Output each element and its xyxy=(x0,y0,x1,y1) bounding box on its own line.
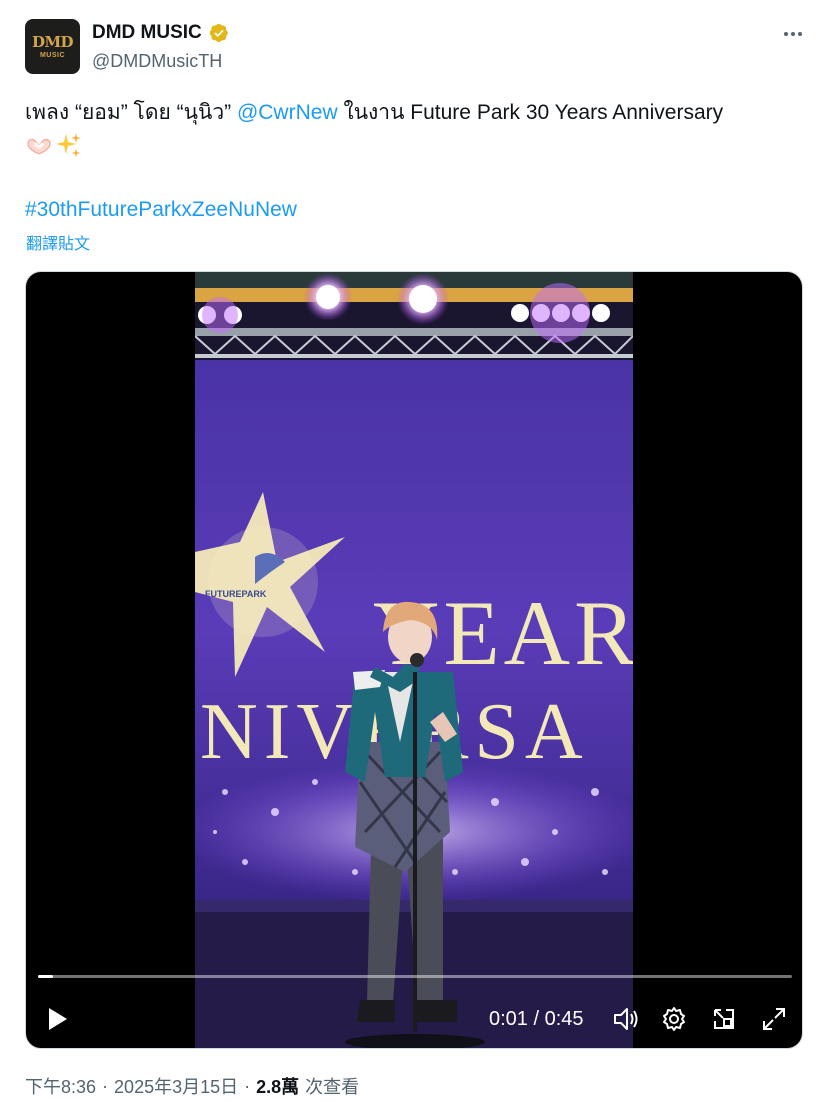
video-time-display: 0:01 / 0:45 xyxy=(489,1008,584,1030)
more-dot xyxy=(784,32,788,36)
avatar-logo-text: DMD xyxy=(31,32,74,51)
hand-heart-icon xyxy=(27,138,51,155)
more-dot xyxy=(791,32,795,36)
meta-separator: · xyxy=(102,1075,109,1096)
tweet-text-before: เพลง “ยอม” โดย “นุนิว” xyxy=(25,101,237,124)
play-icon[interactable] xyxy=(40,1002,74,1036)
more-dot xyxy=(798,32,802,36)
video-thumbnail: YEAR NIVERSA FUTUREPARK xyxy=(195,272,633,1048)
mention-link[interactable]: @CwrNew xyxy=(237,101,338,124)
video-progress-fill xyxy=(38,975,54,978)
fullscreen-icon[interactable] xyxy=(757,1002,791,1036)
pip-icon[interactable] xyxy=(707,1002,741,1036)
video-frame[interactable]: YEAR NIVERSA FUTUREPARK xyxy=(195,272,633,1048)
settings-icon[interactable] xyxy=(657,1002,691,1036)
translate-post-link[interactable]: 翻譯貼文 xyxy=(26,230,90,254)
author-handle[interactable]: @DMDMusicTH xyxy=(92,51,222,72)
views-label: 次查看 xyxy=(305,1077,360,1097)
views-count: 2.8萬 xyxy=(256,1077,300,1097)
sparkles-icon xyxy=(56,133,81,157)
tweet-text-after: ในงาน Future Park 30 Years Anniversary xyxy=(337,101,724,124)
volume-icon[interactable] xyxy=(609,1002,643,1036)
video-player[interactable]: YEAR NIVERSA FUTUREPARK xyxy=(25,271,803,1049)
tweet-text: เพลง “ยอม” โดย “นุนิว” @CwrNew ในงาน Fut… xyxy=(25,96,810,129)
avatar-logo-subtext: MUSIC xyxy=(39,51,66,59)
emoji-line xyxy=(25,130,83,160)
hashtag-link[interactable]: #30thFutureParkxZeeNuNew xyxy=(25,196,297,224)
author-display-name[interactable]: DMD MUSIC xyxy=(92,22,202,44)
tweet-time[interactable]: 下午8:36 xyxy=(25,1073,96,1099)
more-options-icon[interactable] xyxy=(778,22,808,46)
tweet-metadata: 下午8:36 · 2025年3月15日 · 2.8萬 次查看 xyxy=(25,1073,359,1099)
tweet-date[interactable]: 2025年3月15日 xyxy=(114,1073,238,1099)
stage-brand-text: FUTUREPARK xyxy=(205,589,267,599)
meta-separator: · xyxy=(244,1075,251,1096)
avatar[interactable]: DMD MUSIC xyxy=(25,19,80,74)
author-name-row[interactable]: DMD MUSIC xyxy=(92,22,230,44)
verified-badge-icon xyxy=(209,23,228,42)
video-progress-bar[interactable] xyxy=(38,975,792,978)
